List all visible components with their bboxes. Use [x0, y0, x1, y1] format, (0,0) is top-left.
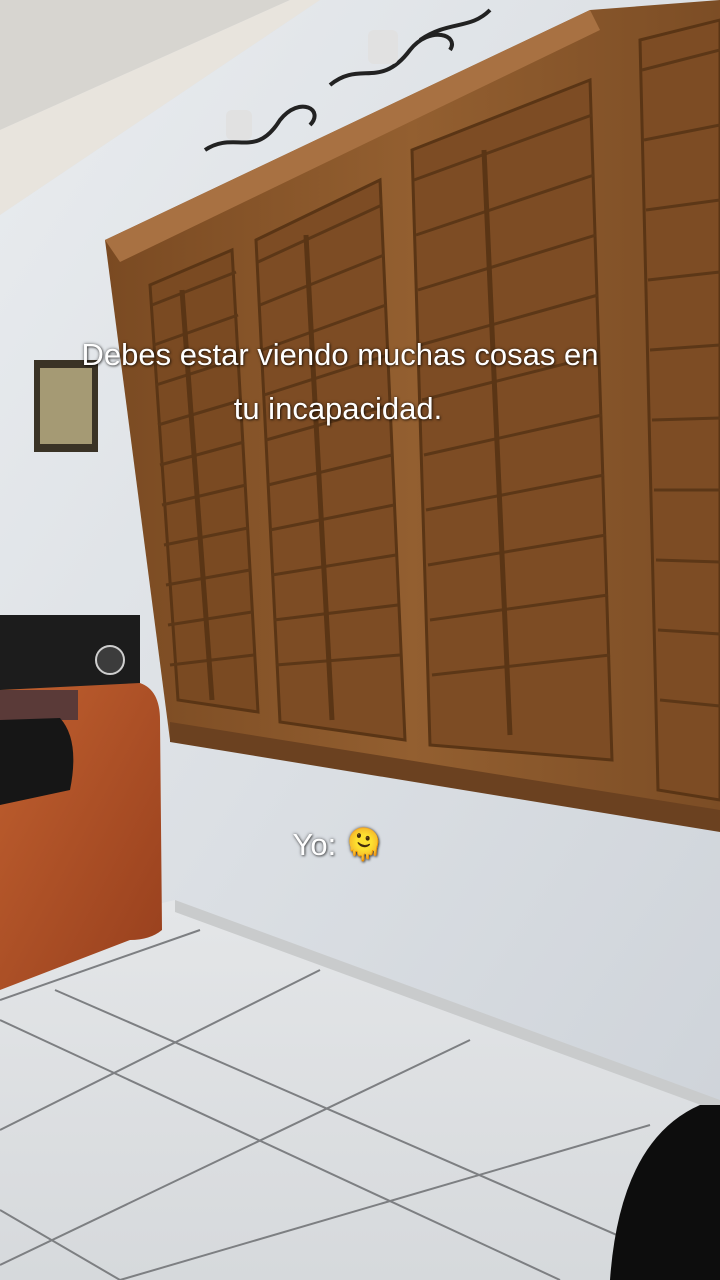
room-photo	[0, 0, 720, 1280]
photo-scene: Debes estar viendo muchas cosas en tu in…	[0, 0, 720, 1280]
caption-line-2: tu incapacidad.	[233, 391, 443, 426]
sofa-blanket	[0, 690, 78, 720]
candle-holder-right	[368, 30, 398, 64]
candle-holder-left	[226, 110, 252, 140]
caption-reply: Yo: 🫠	[292, 827, 384, 862]
caption-line-1: Debes estar viendo muchas cosas en	[81, 337, 599, 372]
